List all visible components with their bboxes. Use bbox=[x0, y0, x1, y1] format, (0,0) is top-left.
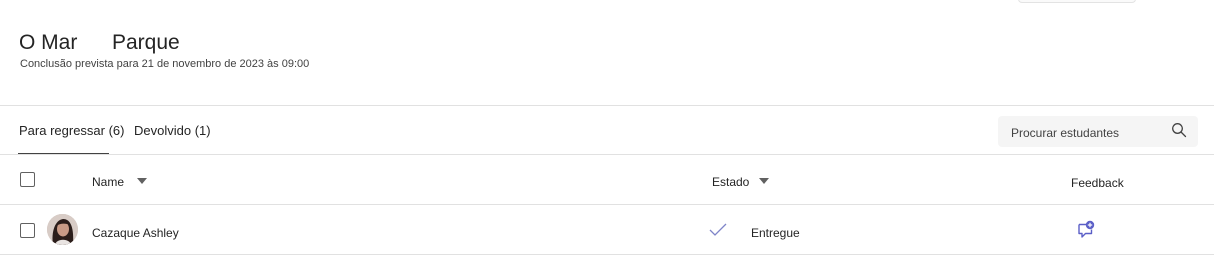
sort-down-icon[interactable] bbox=[759, 178, 769, 184]
avatar bbox=[47, 214, 78, 245]
header-divider bbox=[0, 105, 1214, 106]
search-students-input[interactable]: Procurar estudantes bbox=[998, 116, 1198, 147]
row-checkbox[interactable] bbox=[20, 223, 35, 238]
select-all-checkbox[interactable] bbox=[20, 172, 35, 187]
due-date-text: Conclusão prevista para 21 de novembro d… bbox=[20, 58, 310, 70]
column-header-status[interactable]: Estado bbox=[712, 175, 749, 189]
assignment-subtitle: Parque bbox=[112, 31, 180, 54]
tab-to-return[interactable]: Para regressar (6) bbox=[19, 123, 124, 138]
student-name[interactable]: Cazaque Ashley bbox=[92, 226, 179, 240]
tabs-divider bbox=[0, 154, 1214, 155]
sort-down-icon[interactable] bbox=[137, 178, 147, 184]
feedback-add-icon[interactable] bbox=[1077, 220, 1095, 239]
search-placeholder: Procurar estudantes bbox=[1011, 126, 1120, 140]
top-toolbar-stub bbox=[1018, 0, 1136, 3]
assignment-title: O Mar bbox=[19, 31, 78, 54]
search-icon[interactable] bbox=[1171, 122, 1187, 138]
column-header-feedback: Feedback bbox=[1071, 176, 1124, 190]
status-text: Entregue bbox=[751, 226, 800, 240]
column-header-name[interactable]: Name bbox=[92, 175, 124, 189]
row-divider bbox=[0, 254, 1214, 255]
checkmark-icon bbox=[709, 223, 727, 236]
tab-returned[interactable]: Devolvido (1) bbox=[134, 123, 211, 138]
table-header-divider bbox=[0, 204, 1214, 205]
